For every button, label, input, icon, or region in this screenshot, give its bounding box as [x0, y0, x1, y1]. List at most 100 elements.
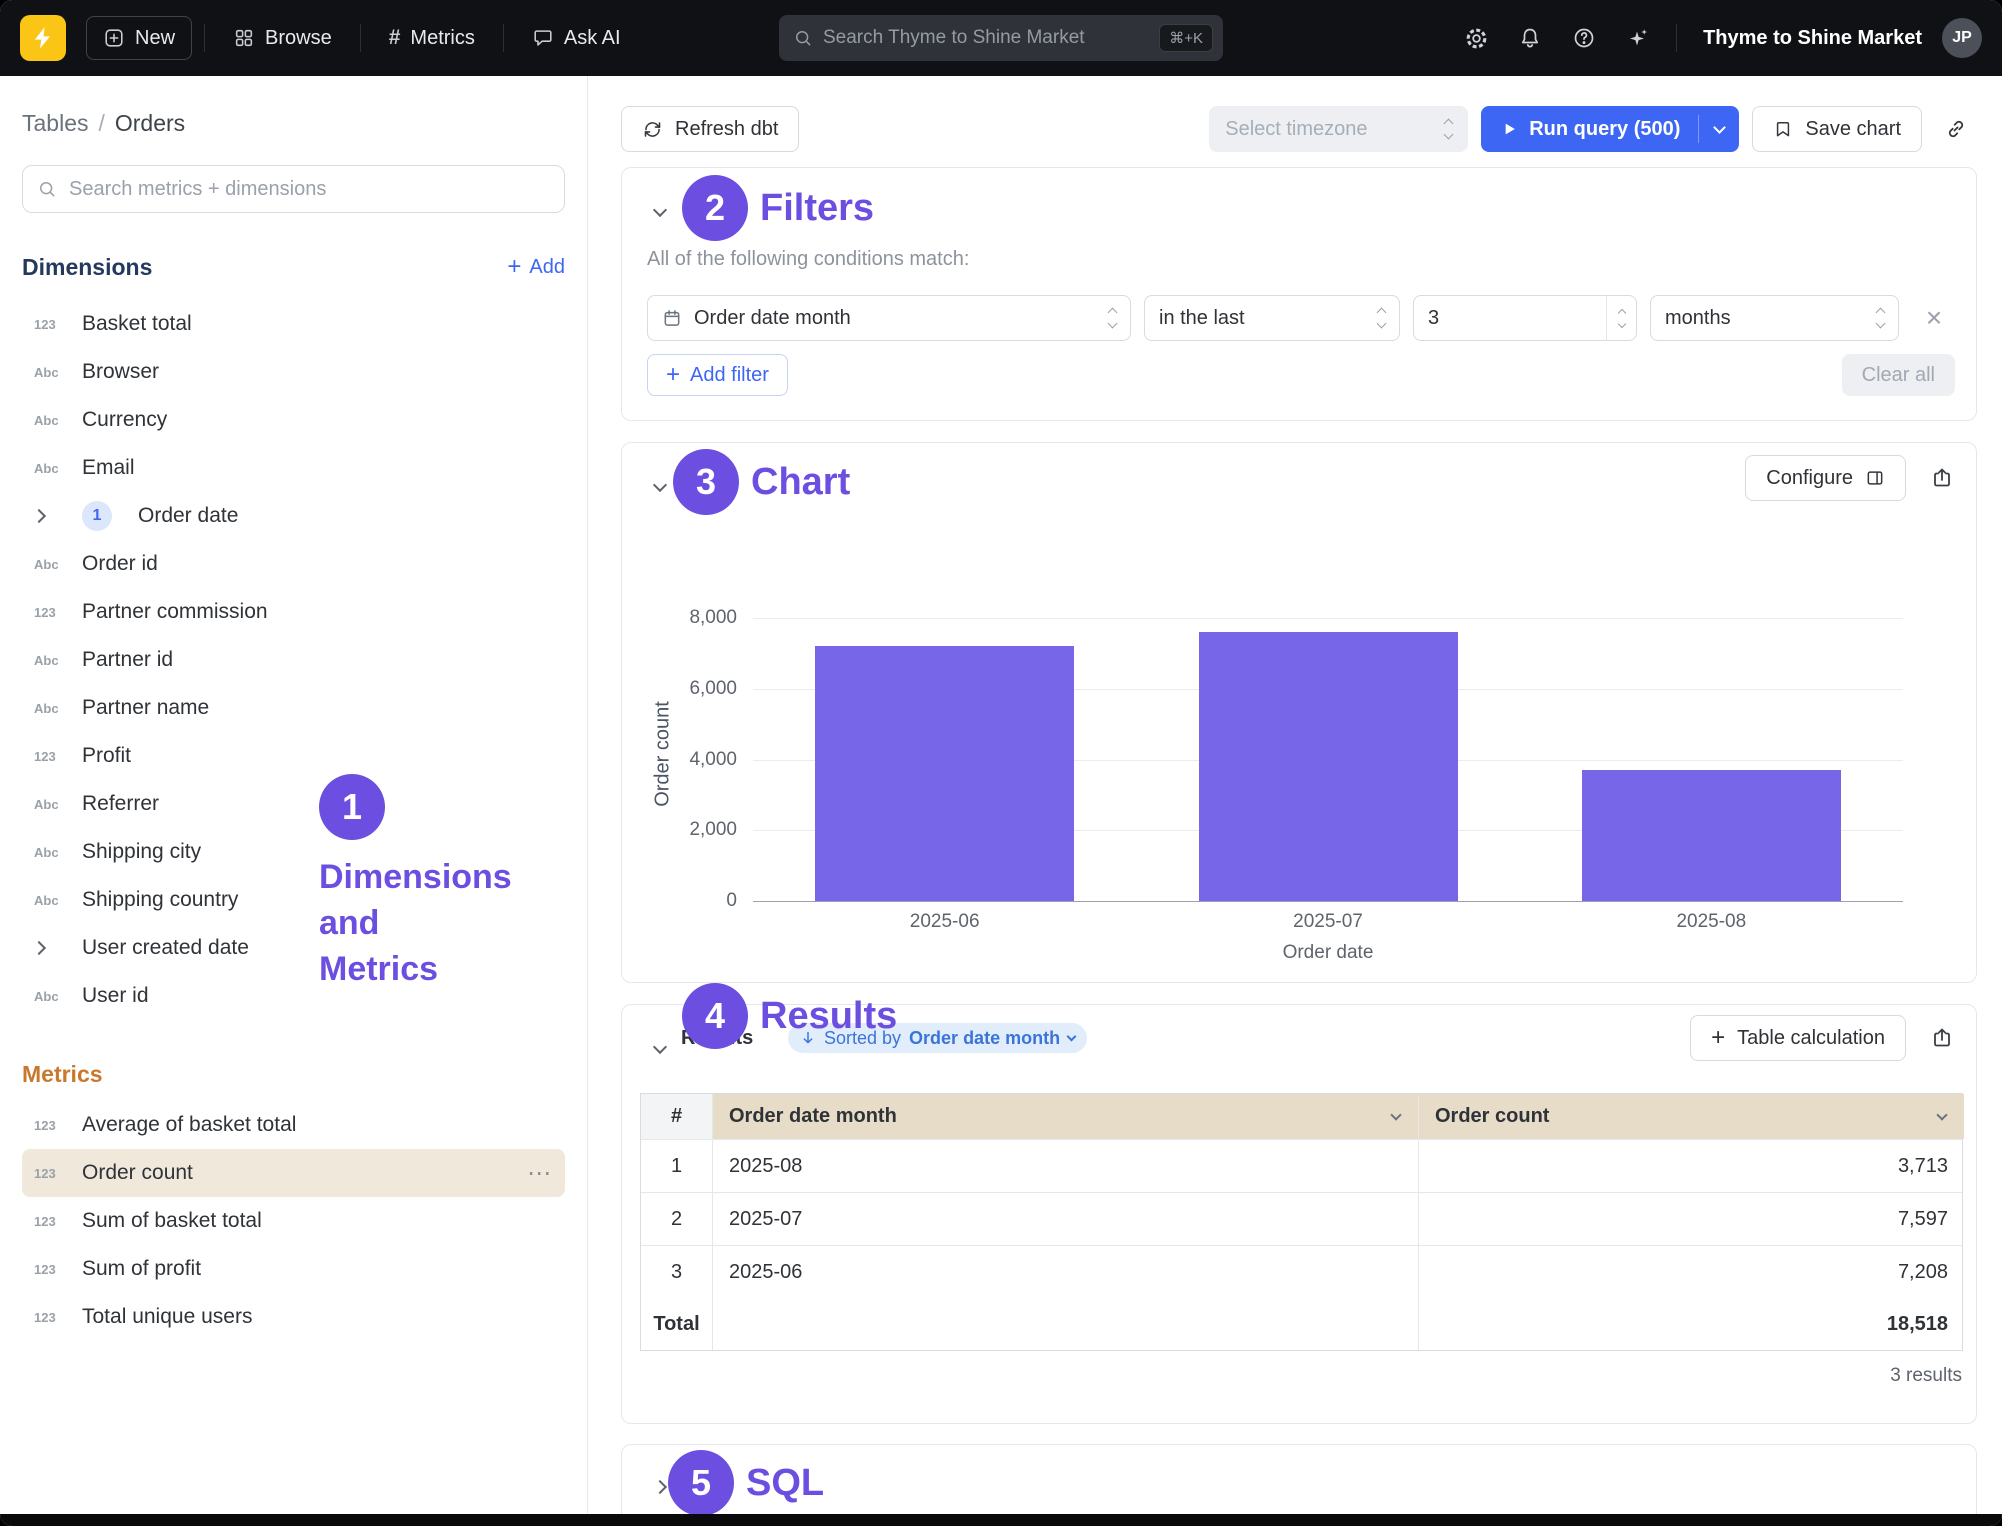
row-index-cell: 1: [641, 1140, 712, 1192]
column-header-order-count[interactable]: Order count: [1418, 1094, 1964, 1139]
order-count-cell: 7,208: [1418, 1246, 1964, 1298]
ask-ai-button[interactable]: Ask AI: [516, 16, 637, 60]
play-icon: [1499, 119, 1519, 139]
sidebar-item-label: Total unique users: [82, 1305, 252, 1329]
order-date-month-cell: 2025-08: [712, 1140, 1418, 1192]
annotation-step-2: 2 Filters: [682, 175, 874, 241]
fields-search-input[interactable]: [69, 178, 550, 201]
refresh-dbt-button[interactable]: Refresh dbt: [621, 106, 799, 152]
organization-name[interactable]: Thyme to Shine Market: [1703, 27, 1922, 50]
global-search-input[interactable]: [823, 27, 1149, 49]
notifications-button[interactable]: [1508, 16, 1552, 60]
filter-field-select[interactable]: Order date month: [647, 295, 1131, 341]
filter-unit-select[interactable]: months: [1650, 295, 1899, 341]
global-search[interactable]: ⌘+K: [779, 15, 1223, 61]
sidebar-dimension-user-created-date[interactable]: User created date: [22, 924, 565, 972]
grid-icon: [233, 27, 255, 49]
sidebar-dimension-order-id[interactable]: Abc Order id: [22, 540, 565, 588]
ai-sparkles-button[interactable]: [1616, 16, 1660, 60]
y-tick-label: 4,000: [627, 749, 737, 771]
annotation-number: 2: [682, 175, 748, 241]
timezone-select[interactable]: Select timezone: [1209, 106, 1468, 152]
app-window: New Browse # Metrics Ask AI ⌘+K: [0, 0, 2002, 1526]
row-index-cell: 2: [641, 1193, 712, 1245]
run-query-dropdown[interactable]: [1699, 106, 1739, 152]
fields-search[interactable]: [22, 165, 565, 213]
app-logo[interactable]: [20, 15, 66, 61]
filter-value-input[interactable]: [1413, 295, 1637, 341]
expand-chevron-icon[interactable]: [34, 511, 74, 521]
plus-square-icon: [103, 27, 125, 49]
metrics-title: Metrics: [22, 1061, 103, 1088]
table-row: 2 2025-07 7,597: [641, 1192, 1962, 1245]
numeric-type-icon: 123: [34, 1166, 74, 1181]
sql-collapse-toggle[interactable]: [650, 1477, 670, 1497]
sidebar-dimension-profit[interactable]: 123 Profit: [22, 732, 565, 780]
clear-all-button[interactable]: Clear all: [1842, 354, 1955, 396]
table-calculation-button[interactable]: + Table calculation: [1690, 1015, 1906, 1061]
browse-button-label: Browse: [265, 27, 332, 50]
sidebar-item-label: Shipping country: [82, 888, 238, 912]
add-filter-button[interactable]: + Add filter: [647, 354, 788, 396]
order-count-cell: 3,713: [1418, 1140, 1964, 1192]
sidebar-metric-order-count[interactable]: 123 Order count ⋯: [22, 1149, 565, 1197]
sidebar-dimension-referrer[interactable]: Abc Referrer: [22, 780, 565, 828]
sidebar-dimension-partner-name[interactable]: Abc Partner name: [22, 684, 565, 732]
explorer-sidebar: Tables / Orders Dimensions + Add 123 Bas…: [0, 76, 588, 1514]
numeric-type-icon: 123: [34, 605, 74, 620]
filter-operator-select[interactable]: in the last: [1144, 295, 1400, 341]
number-stepper[interactable]: [1606, 296, 1636, 340]
sidebar-dimension-partner-id[interactable]: Abc Partner id: [22, 636, 565, 684]
sidebar-dimension-shipping-city[interactable]: Abc Shipping city: [22, 828, 565, 876]
column-header-order-date-month[interactable]: Order date month: [712, 1094, 1418, 1139]
dimensions-section-header: Dimensions + Add: [22, 253, 565, 281]
select-chevrons-icon: [1378, 309, 1385, 327]
user-avatar[interactable]: JP: [1942, 18, 1982, 58]
remove-filter-button[interactable]: ×: [1917, 304, 1951, 332]
sidebar-dimension-browser[interactable]: Abc Browser: [22, 348, 565, 396]
add-dimension-button[interactable]: + Add: [507, 255, 565, 279]
sidebar-metric-total-unique-users[interactable]: 123 Total unique users: [22, 1293, 565, 1341]
settings-button[interactable]: [1454, 16, 1498, 60]
sidebar-dimension-email[interactable]: Abc Email: [22, 444, 565, 492]
selected-fields-count-badge: 1: [82, 501, 112, 531]
sidebar-dimension-user-id[interactable]: Abc User id: [22, 972, 565, 1020]
sidebar-dimension-order-date[interactable]: 1Order date: [22, 492, 565, 540]
save-chart-button[interactable]: Save chart: [1752, 106, 1922, 152]
annotation-label: SQL: [746, 1462, 824, 1505]
export-results-button[interactable]: [1924, 1016, 1960, 1060]
sidebar-metric-sum-of-profit[interactable]: 123 Sum of profit: [22, 1245, 565, 1293]
item-options-button[interactable]: ⋯: [527, 1159, 553, 1188]
results-collapse-toggle[interactable]: [650, 1037, 670, 1057]
help-button[interactable]: [1562, 16, 1606, 60]
metrics-nav-button[interactable]: # Metrics: [373, 16, 491, 60]
run-query-button[interactable]: Run query (500): [1481, 106, 1739, 152]
new-button[interactable]: New: [86, 16, 192, 60]
y-tick-label: 2,000: [627, 819, 737, 841]
string-type-icon: Abc: [34, 701, 74, 716]
browse-button[interactable]: Browse: [217, 16, 348, 60]
table-row: 1 2025-08 3,713: [641, 1139, 1962, 1192]
sidebar-metric-average-of-basket-total[interactable]: 123 Average of basket total: [22, 1101, 565, 1149]
chevron-down-icon: [653, 203, 667, 217]
annotation-number: 5: [668, 1450, 734, 1514]
share-link-button[interactable]: [1935, 106, 1977, 152]
sort-status-pill[interactable]: Sorted by Order date month: [788, 1023, 1087, 1053]
sql-section: 5 SQL: [621, 1444, 1977, 1514]
metrics-section-header: Metrics: [22, 1060, 565, 1088]
sidebar-dimension-currency[interactable]: Abc Currency: [22, 396, 565, 444]
x-axis-title: Order date: [753, 942, 1903, 964]
sidebar-dimension-partner-commission[interactable]: 123 Partner commission: [22, 588, 565, 636]
chevron-down-icon: [1067, 1032, 1077, 1042]
numeric-type-icon: 123: [34, 1214, 74, 1229]
breadcrumb-current: Orders: [115, 110, 185, 137]
expand-chevron-icon[interactable]: [34, 943, 74, 953]
sidebar-dimension-shipping-country[interactable]: Abc Shipping country: [22, 876, 565, 924]
sidebar-dimension-basket-total[interactable]: 123 Basket total: [22, 300, 565, 348]
breadcrumb-tables-link[interactable]: Tables: [22, 110, 88, 137]
bell-icon: [1518, 26, 1542, 50]
sidebar-item-label: Basket total: [82, 312, 192, 336]
sidebar-metric-sum-of-basket-total[interactable]: 123 Sum of basket total: [22, 1197, 565, 1245]
filter-value-field[interactable]: [1414, 307, 1606, 330]
filters-collapse-toggle[interactable]: [650, 200, 670, 220]
